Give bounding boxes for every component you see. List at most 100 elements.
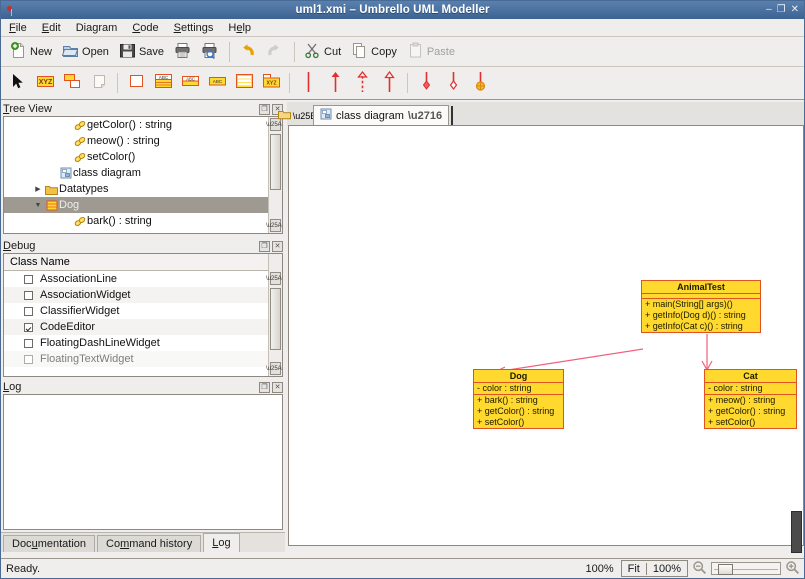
- debug-row-classifierwidget[interactable]: ClassifierWidget: [4, 303, 282, 319]
- tree-item-label: Dog: [59, 199, 80, 211]
- operation-icon: [72, 136, 87, 147]
- scroll-up-arrow[interactable]: \u25A0: [266, 272, 282, 285]
- tree-view-float-button[interactable]: ❐: [259, 103, 270, 115]
- menu-code[interactable]: Code: [132, 22, 158, 34]
- copy-button[interactable]: Copy: [348, 40, 402, 64]
- cut-button[interactable]: Cut: [301, 40, 346, 64]
- scroll-down-arrow[interactable]: \u25A0: [266, 219, 282, 232]
- tab-documentation[interactable]: Documentation: [3, 535, 95, 552]
- canvas-vertical-scrollbar-thumb[interactable]: [791, 511, 802, 553]
- debug-list[interactable]: Class Name AssociationLine AssociationWi…: [3, 253, 283, 377]
- note-tool[interactable]: [88, 71, 110, 95]
- class-widget-cat[interactable]: Cat - color : string + meow() : string +…: [704, 369, 797, 429]
- debug-checkbox-checked[interactable]: [24, 322, 33, 332]
- operation: + getColor() : string: [708, 406, 786, 416]
- tab-command-history[interactable]: Command history: [97, 535, 202, 552]
- debug-close-button[interactable]: ✕: [272, 240, 283, 252]
- generalization-tool[interactable]: [378, 70, 400, 96]
- print-button[interactable]: [171, 40, 196, 64]
- datatype-tool[interactable]: ABC: [206, 71, 228, 95]
- minimize-button[interactable]: –: [766, 5, 772, 15]
- scrollbar-thumb[interactable]: [270, 134, 281, 190]
- debug-row-associationwidget[interactable]: AssociationWidget: [4, 287, 282, 303]
- package-tool[interactable]: XYZ: [260, 71, 282, 95]
- tree-expander-expanded[interactable]: ▼: [32, 202, 44, 209]
- directed-association-tool[interactable]: [324, 71, 346, 95]
- tree-item-class-diagram[interactable]: class diagram: [4, 165, 282, 181]
- diagram-canvas[interactable]: AnimalTest + main(String[] args)() + get…: [288, 125, 804, 546]
- tree-item-getcolor[interactable]: getColor() : string: [4, 117, 282, 133]
- composition-tool[interactable]: [415, 71, 437, 95]
- close-button[interactable]: ✕: [791, 5, 799, 15]
- class-name-animaltest: AnimalTest: [642, 281, 760, 294]
- class-widget-animaltest[interactable]: AnimalTest + main(String[] args)() + get…: [641, 280, 761, 333]
- document-tab-class-diagram[interactable]: class diagram \u2716: [313, 105, 450, 126]
- log-content[interactable]: [3, 394, 283, 530]
- class-tool[interactable]: ABC: [152, 71, 174, 95]
- debug-scrollbar[interactable]: \u25A0 \u25A0: [266, 254, 282, 376]
- copy-button-label: Copy: [371, 45, 397, 58]
- print-preview-button[interactable]: [198, 40, 223, 64]
- scrollbar-thumb[interactable]: [270, 288, 281, 350]
- open-button[interactable]: Open: [59, 40, 114, 64]
- anchor-tool[interactable]: [61, 71, 83, 95]
- hollow-arrow-icon: [383, 70, 395, 96]
- note-tool-xyz[interactable]: XYZ: [34, 71, 56, 95]
- status-bar: Ready. 100% Fit 100%: [1, 558, 804, 578]
- tree-view-scrollbar[interactable]: \u25A0 \u25A0: [266, 117, 282, 233]
- operation-icon: [72, 120, 87, 131]
- tree-item-dog[interactable]: ▼ Dog: [4, 197, 282, 213]
- debug-row-label: AssociationWidget: [40, 289, 131, 301]
- class-widget-dog[interactable]: Dog - color : string + bark() : string +…: [473, 369, 564, 429]
- menu-diagram[interactable]: Diagram: [76, 22, 118, 34]
- association-tool[interactable]: [297, 71, 319, 95]
- undo-button[interactable]: [236, 40, 261, 64]
- tree-expander-collapsed[interactable]: ▶: [32, 185, 44, 193]
- log-float-button[interactable]: ❐: [259, 381, 270, 393]
- resize-grip[interactable]: [791, 565, 803, 577]
- maximize-button[interactable]: ❐: [777, 5, 786, 15]
- debug-row-codeeditor[interactable]: CodeEditor: [4, 319, 282, 335]
- interface-tool[interactable]: ABC: [179, 71, 201, 95]
- zoom-slider[interactable]: [711, 562, 781, 575]
- debug-row-associationline[interactable]: AssociationLine: [4, 271, 282, 287]
- debug-row-floatingtextwidget[interactable]: FloatingTextWidget: [4, 351, 282, 367]
- debug-checkbox[interactable]: [24, 354, 33, 364]
- tab-log[interactable]: Log: [203, 533, 240, 552]
- scroll-down-arrow[interactable]: \u25A0: [266, 362, 282, 375]
- select-tool[interactable]: [7, 71, 29, 95]
- debug-checkbox[interactable]: [24, 338, 33, 348]
- containment-tool[interactable]: [469, 71, 491, 95]
- debug-column-header[interactable]: Class Name: [4, 254, 282, 271]
- debug-checkbox[interactable]: [24, 274, 33, 284]
- new-button[interactable]: New: [7, 40, 57, 64]
- enum-tool[interactable]: [233, 71, 255, 95]
- fit-button[interactable]: Fit: [622, 562, 647, 575]
- tab-documentation-label: Documentation: [12, 538, 86, 550]
- box-tool[interactable]: [125, 71, 147, 95]
- menu-settings[interactable]: Settings: [174, 22, 214, 34]
- tree-item-meow[interactable]: meow() : string: [4, 133, 282, 149]
- debug-checkbox[interactable]: [24, 290, 33, 300]
- menu-file[interactable]: FFileile: [9, 22, 27, 34]
- dependency-tool[interactable]: [351, 70, 373, 95]
- debug-row-floatingdashlinewidget[interactable]: FloatingDashLineWidget: [4, 335, 282, 351]
- aggregation-tool[interactable]: [442, 71, 464, 95]
- log-close-button[interactable]: ✕: [272, 381, 283, 393]
- zoom-value-button[interactable]: 100%: [647, 563, 687, 575]
- tree-item-setcolor[interactable]: setColor(): [4, 149, 282, 165]
- tab-list-icon: [277, 108, 292, 124]
- zoom-out-icon[interactable]: [692, 560, 707, 578]
- tree-item-bark[interactable]: bark() : string: [4, 213, 282, 229]
- debug-checkbox[interactable]: [24, 306, 33, 316]
- menu-help[interactable]: Help: [228, 22, 251, 34]
- debug-float-button[interactable]: ❐: [259, 240, 270, 252]
- tree-item-datatypes[interactable]: ▶ Datatypes: [4, 181, 282, 197]
- tree-item-label: meow() : string: [87, 135, 160, 147]
- tree-view-list[interactable]: getColor() : string meow() : string setC…: [3, 116, 283, 234]
- debug-row-label: AssociationLine: [40, 273, 118, 285]
- menu-edit[interactable]: Edit: [42, 22, 61, 34]
- save-button[interactable]: Save: [116, 40, 169, 64]
- tab-list-button[interactable]: \u25BE: [277, 106, 322, 126]
- close-tab-icon[interactable]: \u2716: [408, 110, 442, 122]
